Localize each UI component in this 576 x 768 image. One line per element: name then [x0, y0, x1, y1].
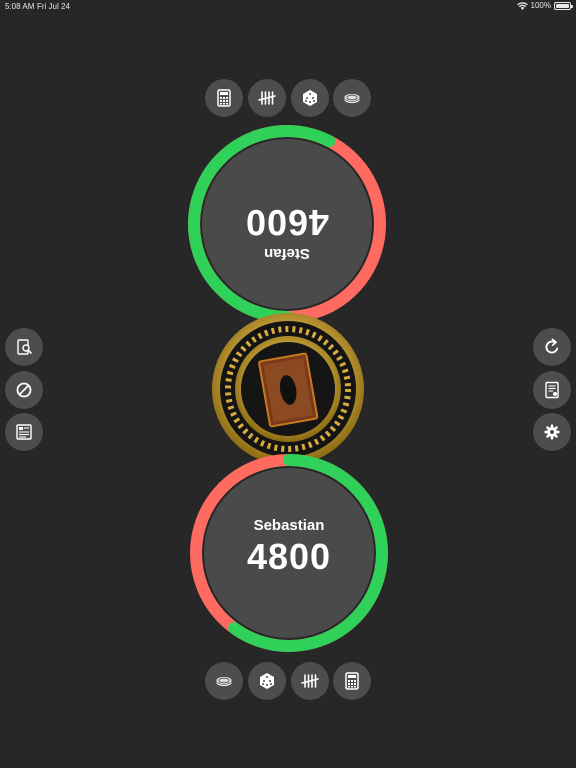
- center-emblem[interactable]: [211, 312, 365, 466]
- wifi-icon: [516, 1, 528, 10]
- settings-icon: [544, 424, 560, 440]
- top-tally-button[interactable]: [248, 79, 286, 117]
- card-search-icon: [17, 339, 32, 355]
- top-coin-button[interactable]: [333, 79, 371, 117]
- card-info-button[interactable]: [5, 413, 43, 451]
- opponent-life-total: 4600: [244, 202, 330, 243]
- prohibit-button[interactable]: [5, 371, 43, 409]
- prohibit-icon: [16, 382, 32, 398]
- opponent-name: Stefan: [264, 245, 310, 262]
- bottom-coin-button[interactable]: [205, 662, 243, 700]
- dice-icon: [260, 673, 274, 689]
- opponent-life-ring[interactable]: Stefan 4600: [185, 122, 389, 326]
- player-panel[interactable]: Sebastian 4800: [204, 468, 374, 638]
- reset-icon: [545, 338, 559, 354]
- tally-icon: [258, 91, 276, 105]
- coin-icon: [215, 676, 233, 686]
- top-calculator-button[interactable]: [205, 79, 243, 117]
- battery-percent: 100%: [530, 1, 551, 10]
- log-button[interactable]: [533, 371, 571, 409]
- bottom-tally-button[interactable]: [291, 662, 329, 700]
- top-dice-button[interactable]: [291, 79, 329, 117]
- log-icon: [545, 381, 559, 399]
- status-time: 5:08 AM: [5, 2, 35, 11]
- calculator-icon: [345, 672, 359, 690]
- bottom-calculator-button[interactable]: [333, 662, 371, 700]
- tally-icon: [301, 674, 319, 688]
- status-bar: 5:08 AM Fri Jul 24 100%: [0, 0, 576, 14]
- opponent-panel[interactable]: Stefan 4600: [202, 139, 372, 309]
- coin-icon: [343, 93, 361, 103]
- calculator-icon: [217, 89, 231, 107]
- battery-icon: [554, 1, 573, 10]
- card-search-button[interactable]: [5, 328, 43, 366]
- bottom-dice-button[interactable]: [248, 662, 286, 700]
- player-name: Sebastian: [253, 517, 325, 534]
- millennium-ring-emblem: [212, 313, 364, 465]
- settings-button[interactable]: [533, 413, 571, 451]
- status-date: Fri Jul 24: [37, 2, 70, 11]
- reset-button[interactable]: [533, 328, 571, 366]
- card-info-icon: [16, 424, 32, 440]
- dice-icon: [303, 90, 317, 106]
- player-life-ring[interactable]: Sebastian 4800: [187, 451, 391, 655]
- player-life-total: 4800: [246, 536, 332, 577]
- status-right: 100%: [516, 1, 573, 10]
